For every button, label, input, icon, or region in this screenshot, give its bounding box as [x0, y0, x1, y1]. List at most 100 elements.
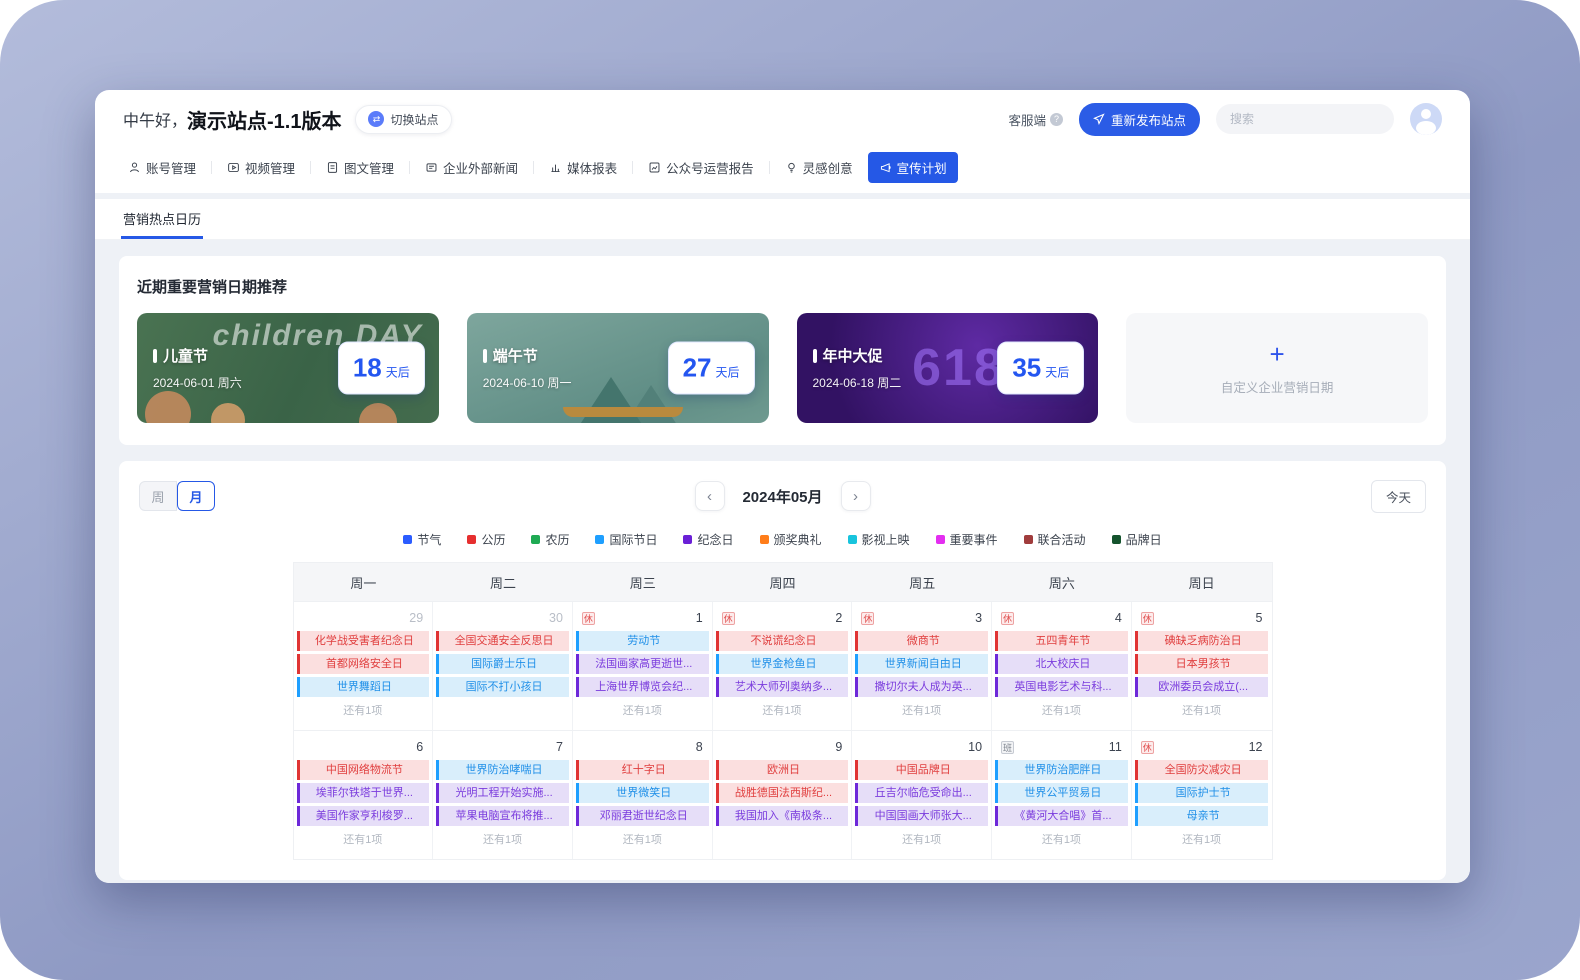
more-items-link[interactable]: 还有1项 [575, 700, 710, 720]
nav-tab-8[interactable]: 宣传计划 [868, 152, 958, 183]
switch-site-button[interactable]: ⇄ 切换站点 [355, 105, 451, 134]
calendar-event[interactable]: 英国电影艺术与科... [995, 677, 1128, 697]
calendar-event[interactable]: 世界公平贸易日 [995, 783, 1128, 803]
calendar-event[interactable]: 我国加入《南极条... [716, 806, 849, 826]
day-number: 1 [696, 611, 703, 625]
calendar-event[interactable]: 上海世界博览会纪... [576, 677, 709, 697]
more-items-link[interactable]: 还有1项 [296, 700, 431, 720]
search-input[interactable] [1230, 112, 1385, 126]
calendar-event[interactable]: 光明工程开始实施... [436, 783, 569, 803]
day-cell[interactable]: 6 中国网络物流节埃菲尔铁塔于世界... 美国作家亨利梭罗... 还有1项 [294, 731, 434, 859]
calendar-event[interactable]: 首都网络安全日 [297, 654, 430, 674]
calendar-event[interactable]: 碘缺乏病防治日 [1135, 631, 1269, 651]
calendar-event[interactable]: 红十字日 [576, 760, 709, 780]
day-cell[interactable]: 休2不说谎纪念日世界金枪鱼日艺术大师列奥纳多...还有1项 [713, 602, 853, 730]
calendar-event[interactable]: 世界舞蹈日 [297, 677, 430, 697]
calendar-event[interactable]: 国际护士节 [1135, 783, 1269, 803]
calendar-event[interactable]: 战胜德国法西斯纪... [716, 783, 849, 803]
calendar-event[interactable]: 欧洲委员会成立(... [1135, 677, 1269, 697]
calendar-event[interactable]: 五四青年节 [995, 631, 1128, 651]
calendar-event[interactable]: 法国画家高更逝世... [576, 654, 709, 674]
view-month-button[interactable]: 月 [177, 481, 215, 511]
day-cell[interactable]: 10中国品牌日丘吉尔临危受命出...中国国画大师张大...还有1项 [852, 731, 992, 859]
nav-tab-7[interactable]: 灵感创意 [774, 152, 864, 183]
more-items-link[interactable]: 还有1项 [715, 700, 850, 720]
day-cell[interactable]: 休1劳动节法国画家高更逝世...上海世界博览会纪...还有1项 [573, 602, 713, 730]
divider [533, 161, 534, 174]
card-info: 端午节2024-06-10 周一 [483, 345, 572, 391]
calendar-event[interactable]: 《黄河大合唱》首... [995, 806, 1128, 826]
calendar-event[interactable]: 世界防治肥胖日 [995, 760, 1128, 780]
news-icon [425, 161, 438, 174]
day-cell[interactable]: 29化学战受害者纪念日首都网络安全日世界舞蹈日还有1项 [294, 602, 434, 730]
legend-color-swatch [531, 535, 540, 544]
more-items-link[interactable]: 还有1项 [994, 829, 1129, 849]
calendar-event[interactable]: 国际不打小孩日 [436, 677, 569, 697]
calendar-event[interactable]: 苹果电脑宣布将推... [436, 806, 569, 826]
add-custom-date-card[interactable]: +自定义企业营销日期 [1126, 313, 1428, 423]
day-cell[interactable]: 休3微商节世界新闻自由日撒切尔夫人成为英...还有1项 [852, 602, 992, 730]
day-number: 6 [416, 740, 423, 754]
nav-tab-3[interactable]: 图文管理 [315, 152, 405, 183]
calendar-event[interactable]: 撒切尔夫人成为英... [855, 677, 988, 697]
nav-tab-6[interactable]: 公众号运营报告 [637, 152, 765, 183]
today-button[interactable]: 今天 [1371, 480, 1426, 513]
marketing-card-children[interactable]: children DAY儿童节2024-06-01 周六18天后 [137, 313, 439, 423]
calendar-event[interactable]: 化学战受害者纪念日 [297, 631, 430, 651]
report-icon [549, 161, 562, 174]
calendar-event[interactable]: 邓丽君逝世纪念日 [576, 806, 709, 826]
calendar-event[interactable]: 艺术大师列奥纳多... [716, 677, 849, 697]
calendar-event[interactable]: 国际爵士乐日 [436, 654, 569, 674]
calendar-event[interactable]: 日本男孩节 [1135, 654, 1269, 674]
more-items-link[interactable]: 还有1项 [854, 829, 989, 849]
calendar-event[interactable]: 世界新闻自由日 [855, 654, 988, 674]
nav-tab-4[interactable]: 企业外部新闻 [414, 152, 529, 183]
day-cell[interactable]: 班11世界防治肥胖日世界公平贸易日《黄河大合唱》首...还有1项 [992, 731, 1132, 859]
custom-date-label: 自定义企业营销日期 [1221, 377, 1334, 396]
prev-month-button[interactable]: ‹ [694, 481, 724, 511]
next-month-button[interactable]: › [841, 481, 871, 511]
calendar-event[interactable]: 世界金枪鱼日 [716, 654, 849, 674]
marketing-card-dragon[interactable]: 端午节2024-06-10 周一27天后 [467, 313, 769, 423]
nav-tab-2[interactable]: 视频管理 [216, 152, 306, 183]
more-items-link[interactable]: 还有1项 [575, 829, 710, 849]
calendar-event[interactable]: 全国防灾减灾日 [1135, 760, 1269, 780]
day-cell[interactable]: 休5碘缺乏病防治日日本男孩节欧洲委员会成立(...还有1项 [1132, 602, 1272, 730]
day-cell[interactable]: 30全国交通安全反思日国际爵士乐日国际不打小孩日 [433, 602, 573, 730]
calendar-event[interactable]: 劳动节 [576, 631, 709, 651]
more-items-link[interactable]: 还有1项 [854, 700, 989, 720]
day-cell[interactable]: 休4五四青年节北大校庆日英国电影艺术与科...还有1项 [992, 602, 1132, 730]
day-cell[interactable]: 8红十字日世界微笑日邓丽君逝世纪念日还有1项 [573, 731, 713, 859]
nav-tab-1[interactable]: 账号管理 [117, 152, 207, 183]
date-row: 29 [296, 607, 431, 631]
calendar-event[interactable]: 不说谎纪念日 [716, 631, 849, 651]
calendar-event[interactable]: 丘吉尔临危受命出... [855, 783, 988, 803]
calendar-event[interactable]: 埃菲尔铁塔于世界... [297, 783, 430, 803]
more-items-link[interactable]: 还有1项 [994, 700, 1129, 720]
more-items-link[interactable]: 还有1项 [296, 829, 431, 849]
more-items-link[interactable]: 还有1项 [1134, 700, 1270, 720]
calendar-event[interactable]: 欧洲日 [716, 760, 849, 780]
calendar-event[interactable]: 世界微笑日 [576, 783, 709, 803]
calendar-event[interactable]: 中国品牌日 [855, 760, 988, 780]
calendar-event[interactable]: 美国作家亨利梭罗... [297, 806, 430, 826]
more-items-link[interactable]: 还有1项 [435, 829, 570, 849]
support-link[interactable]: 客服端 ? [1008, 110, 1063, 129]
calendar-event[interactable]: 母亲节 [1135, 806, 1269, 826]
day-cell[interactable]: 9欧洲日战胜德国法西斯纪...我国加入《南极条... [713, 731, 853, 859]
calendar-event[interactable]: 微商节 [855, 631, 988, 651]
calendar-event[interactable]: 中国国画大师张大... [855, 806, 988, 826]
more-items-link[interactable]: 还有1项 [1134, 829, 1270, 849]
republish-site-button[interactable]: 重新发布站点 [1079, 103, 1200, 136]
calendar-event[interactable]: 中国网络物流节 [297, 760, 430, 780]
calendar-event[interactable]: 世界防治哮喘日 [436, 760, 569, 780]
nav-tab-5[interactable]: 媒体报表 [538, 152, 628, 183]
marketing-card-618[interactable]: 618年中大促2024-06-18 周二35天后 [797, 313, 1099, 423]
day-cell[interactable]: 休12全国防灾减灾日国际护士节母亲节还有1项 [1132, 731, 1272, 859]
tab-marketing-calendar[interactable]: 营销热点日历 [121, 199, 203, 239]
day-cell[interactable]: 7世界防治哮喘日光明工程开始实施...苹果电脑宣布将推...还有1项 [433, 731, 573, 859]
calendar-event[interactable]: 北大校庆日 [995, 654, 1128, 674]
user-avatar[interactable] [1410, 103, 1442, 135]
view-week-button[interactable]: 周 [139, 481, 177, 511]
calendar-event[interactable]: 全国交通安全反思日 [436, 631, 569, 651]
